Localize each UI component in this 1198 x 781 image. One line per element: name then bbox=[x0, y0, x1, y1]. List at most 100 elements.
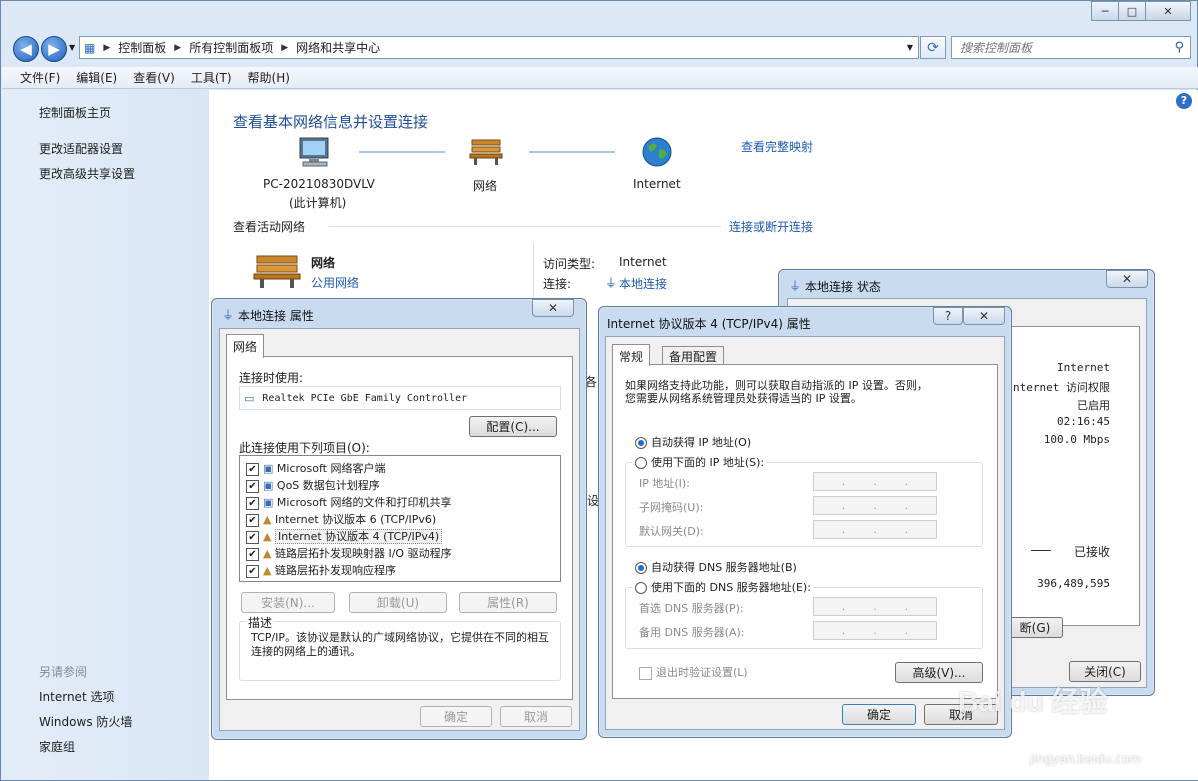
breadcrumb-network-center[interactable]: 网络和共享中心 bbox=[296, 39, 380, 56]
control-panel-icon: ▦ bbox=[84, 40, 96, 55]
disable-button[interactable]: 断(G) bbox=[1007, 617, 1063, 638]
validate-checkbox[interactable]: 退出时验证设置(L) bbox=[639, 664, 748, 680]
menu-file[interactable]: 文件(F) bbox=[20, 69, 60, 86]
network-type-link[interactable]: 公用网络 bbox=[311, 274, 359, 291]
menu-edit[interactable]: 编辑(E) bbox=[76, 69, 117, 86]
connect-disconnect-link[interactable]: 连接或断开连接 bbox=[729, 218, 813, 235]
list-item[interactable]: ✔ ▲ Internet 协议版本 6 (TCP/IPv6) bbox=[246, 511, 436, 527]
radio-selected-icon[interactable] bbox=[635, 562, 647, 574]
list-item[interactable]: ✔ ▣ Microsoft 网络客户端 bbox=[246, 460, 385, 476]
checkbox-icon[interactable]: ✔ bbox=[246, 496, 259, 510]
status-close-icon[interactable]: ✕ bbox=[1106, 270, 1148, 288]
computer-icon bbox=[299, 137, 329, 167]
sidebar-item-sharing-settings[interactable]: 更改高级共享设置 bbox=[39, 165, 135, 182]
manual-ip-radio[interactable]: 使用下面的 IP 地址(S): bbox=[633, 454, 767, 470]
list-item[interactable]: ✔ ▣ Microsoft 网络的文件和打印机共享 bbox=[246, 494, 451, 510]
tab-general[interactable]: 常规 bbox=[612, 344, 651, 366]
network-label: 网络 bbox=[473, 179, 498, 193]
list-item[interactable]: ✔ ▲ 链路层拓扑发现响应程序 bbox=[246, 562, 396, 578]
ipv4-ok-button[interactable]: 确定 bbox=[842, 704, 916, 725]
radio-selected-icon[interactable] bbox=[635, 437, 647, 449]
properties-close-icon[interactable]: ✕ bbox=[532, 299, 574, 317]
gateway-field[interactable]: ... bbox=[813, 520, 937, 539]
radio-unselected-icon[interactable] bbox=[635, 457, 647, 469]
auto-dns-radio[interactable]: 自动获得 DNS 服务器地址(B) bbox=[635, 559, 797, 575]
status-close-button[interactable]: 关闭(C) bbox=[1069, 661, 1141, 682]
sidebar-item-adapter-settings[interactable]: 更改适配器设置 bbox=[39, 140, 123, 157]
alternate-dns-field[interactable]: ... bbox=[813, 621, 937, 640]
sidebar-item-homegroup[interactable]: 家庭组 bbox=[39, 738, 75, 755]
qos-icon: ▣ bbox=[263, 479, 274, 492]
connect-using-label: 连接时使用: bbox=[239, 371, 304, 385]
active-network-name: 网络 bbox=[311, 256, 336, 270]
status-dialog-title: 本地连接 状态 bbox=[805, 280, 881, 294]
help-icon[interactable]: ? bbox=[933, 307, 963, 325]
connections-label: 连接: bbox=[543, 277, 572, 291]
forward-button[interactable]: ▶ bbox=[41, 36, 67, 62]
manual-dns-radio[interactable]: 使用下面的 DNS 服务器地址(E): bbox=[633, 579, 813, 595]
ok-button[interactable]: 确定 bbox=[420, 706, 492, 727]
received-bytes-value: 396,489,595 bbox=[1037, 577, 1110, 590]
menu-view[interactable]: 查看(V) bbox=[133, 69, 175, 86]
address-bar[interactable]: ▦ ▶ 控制面板 ▶ 所有控制面板项 ▶ 网络和共享中心 ▼ bbox=[79, 36, 919, 59]
items-list: ✔ ▣ Microsoft 网络客户端 ✔ ▣ QoS 数据包计划程序 ✔ ▣ Mic… bbox=[239, 455, 561, 582]
item-properties-button[interactable]: 属性(R) bbox=[459, 592, 557, 613]
sidebar-item-firewall[interactable]: Windows 防火墙 bbox=[39, 713, 132, 730]
close-button[interactable]: ✕ bbox=[1145, 1, 1191, 21]
menu-help[interactable]: 帮助(H) bbox=[248, 69, 290, 86]
access-type-value: Internet bbox=[619, 255, 667, 269]
uninstall-button[interactable]: 卸载(U) bbox=[349, 592, 447, 613]
divider bbox=[329, 226, 721, 227]
checkbox-icon[interactable]: ✔ bbox=[246, 513, 259, 527]
plug-icon: ⏚ bbox=[222, 308, 235, 322]
list-item[interactable]: ✔ ▲ 链路层拓扑发现映射器 I/O 驱动程序 bbox=[246, 545, 452, 561]
checkbox-icon[interactable] bbox=[639, 666, 652, 680]
help-icon[interactable]: ? bbox=[1176, 93, 1192, 109]
breadcrumb-separator-icon: ▶ bbox=[174, 42, 182, 53]
local-connection-link[interactable]: 本地连接 bbox=[619, 275, 667, 292]
checkbox-icon[interactable]: ✔ bbox=[246, 547, 259, 561]
properties-panel: 连接时使用: ▭ Realtek PCIe GbE Family Control… bbox=[219, 328, 580, 731]
full-map-link[interactable]: 查看完整映射 bbox=[741, 138, 813, 155]
list-item[interactable]: ✔ ▣ QoS 数据包计划程序 bbox=[246, 477, 380, 493]
items-label: 此连接使用下列项目(O): bbox=[239, 441, 370, 455]
checkbox-icon[interactable]: ✔ bbox=[246, 564, 259, 578]
subnet-mask-label: 子网掩码(U): bbox=[639, 501, 704, 514]
computer-name-label: PC-20210830DVLV bbox=[263, 177, 375, 191]
search-box[interactable]: ⚲ bbox=[951, 36, 1191, 59]
configure-button[interactable]: 配置(C)... bbox=[469, 416, 557, 437]
ipv4-close-icon[interactable]: ✕ bbox=[963, 307, 1005, 325]
maximize-button[interactable]: □ bbox=[1118, 1, 1146, 21]
list-item[interactable]: ✔ ▲ Internet 协议版本 4 (TCP/IPv4) bbox=[246, 528, 443, 544]
minimize-button[interactable]: ─ bbox=[1091, 1, 1119, 21]
menu-tools[interactable]: 工具(T) bbox=[191, 69, 232, 86]
tab-alternate-config[interactable]: 备用配置 bbox=[662, 346, 725, 364]
radio-unselected-icon[interactable] bbox=[635, 582, 647, 594]
search-input[interactable] bbox=[960, 40, 1170, 55]
tab-network[interactable]: 网络 bbox=[226, 334, 265, 358]
ipv4-panel: 如果网络支持此功能，则可以获取自动指派的 IP 设置。否则， 您需要从网络系统管… bbox=[605, 336, 1005, 730]
preferred-dns-field[interactable]: ... bbox=[813, 597, 937, 616]
cancel-button[interactable]: 取消 bbox=[500, 706, 572, 727]
checkbox-icon[interactable]: ✔ bbox=[246, 530, 259, 544]
address-dropdown-icon[interactable]: ▼ bbox=[907, 43, 913, 52]
media-state-value: 已启用 bbox=[1077, 399, 1110, 412]
window-caption-controls: ─ □ ✕ bbox=[1091, 1, 1191, 22]
back-button[interactable]: ◀ bbox=[13, 36, 39, 62]
breadcrumb-control-panel[interactable]: 控制面板 bbox=[118, 39, 166, 56]
refresh-button[interactable]: ⟳ bbox=[920, 36, 946, 59]
sidebar-item-internet-options[interactable]: Internet 选项 bbox=[39, 688, 114, 705]
history-dropdown-icon[interactable]: ▼ bbox=[69, 43, 75, 52]
checkbox-icon[interactable]: ✔ bbox=[246, 462, 259, 476]
breadcrumb-all-items[interactable]: 所有控制面板项 bbox=[189, 39, 273, 56]
subnet-mask-field[interactable]: ... bbox=[813, 496, 937, 515]
install-button[interactable]: 安装(N)... bbox=[241, 592, 335, 613]
sidebar-home-link[interactable]: 控制面板主页 bbox=[39, 104, 111, 121]
checkbox-icon[interactable]: ✔ bbox=[246, 479, 259, 493]
watermark-logo: Bai du 经验 bbox=[958, 686, 1108, 717]
bench-icon bbox=[253, 255, 301, 288]
search-icon[interactable]: ⚲ bbox=[1174, 40, 1184, 55]
auto-ip-radio[interactable]: 自动获得 IP 地址(O) bbox=[635, 434, 751, 450]
ip-address-field[interactable]: ... bbox=[813, 472, 937, 491]
protocol-icon: ▲ bbox=[263, 564, 272, 577]
